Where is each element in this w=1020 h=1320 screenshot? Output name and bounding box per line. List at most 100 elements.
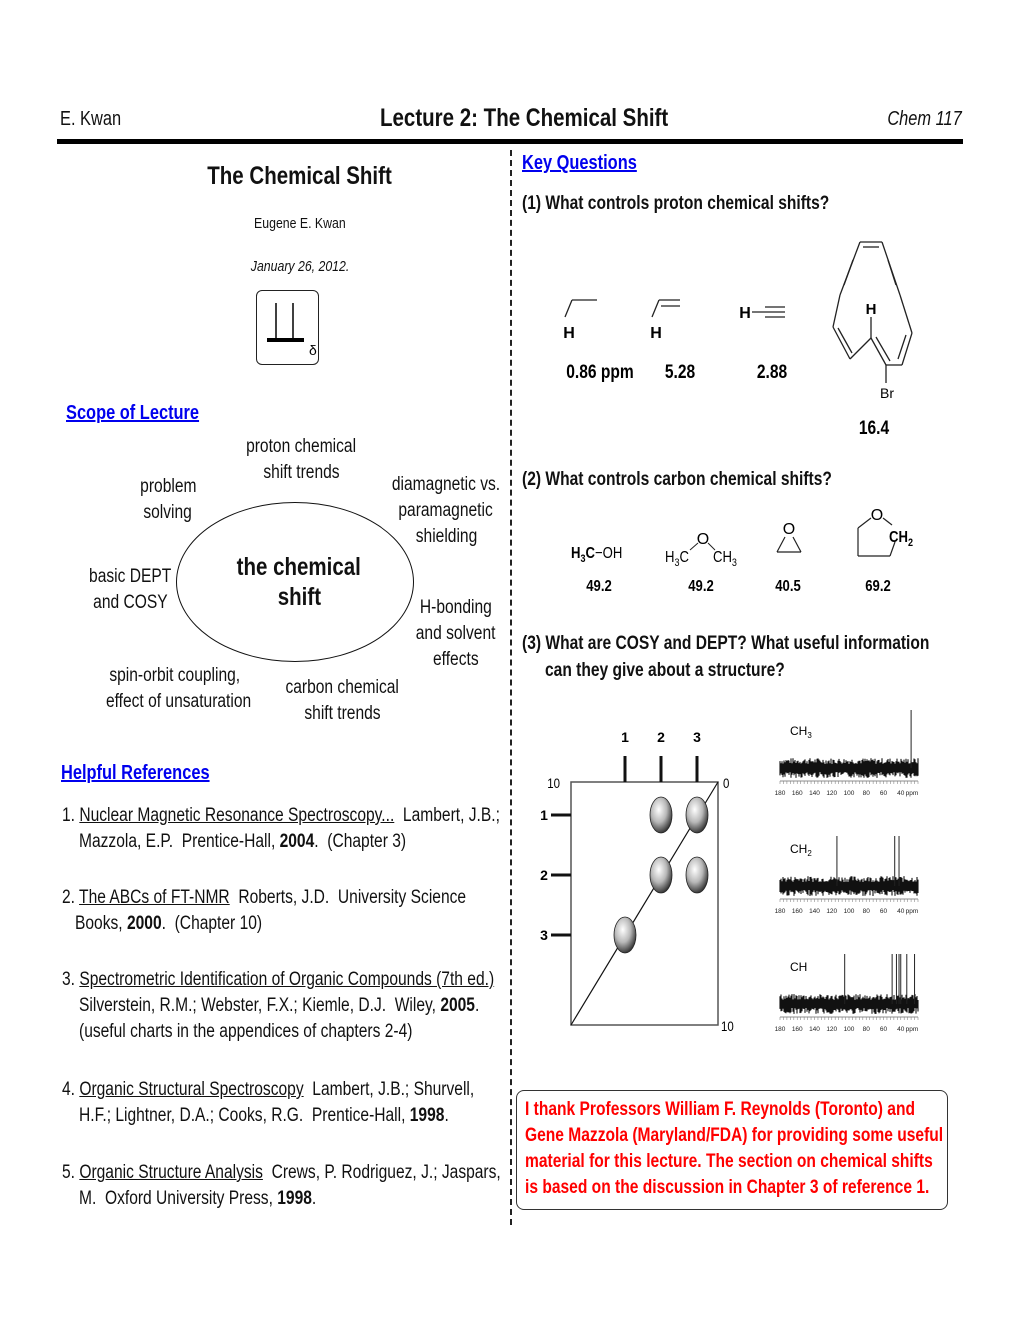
acknowledgement-box: I thank Professors William F. Reynolds (… [516, 1090, 948, 1210]
carbon-examples: H3C−OH H3C O CH3 O O CH2 49.2 49.2 40.5 … [571, 507, 913, 595]
reference-title-link[interactable]: Organic Structure Analysis [79, 1162, 263, 1183]
chemical-shift-logo: δ [256, 290, 319, 365]
dept-tick-label: 140 [809, 1026, 820, 1033]
reference-item: 4. Organic Structural Spectroscopy Lambe… [62, 1079, 475, 1126]
shift-value: 2.88 [757, 361, 788, 383]
scope-heading[interactable]: Scope of Lecture [66, 402, 228, 425]
dept-tick-label: 180 [775, 1026, 786, 1033]
dept-label: CH2 [790, 842, 812, 858]
topic-h-bonding: H-bonding and solvent effects [416, 597, 496, 670]
thf-structure: O CH2 [857, 507, 913, 557]
axis-label: 10 [547, 775, 560, 791]
proton-examples: H H H 0.86 ppm 5.28 2.88 [563, 299, 788, 383]
cosy-crosspeak [649, 856, 673, 894]
reference-title-link[interactable]: The ABCs of FT-NMR [79, 887, 230, 908]
svg-text:H: H [739, 305, 751, 322]
dept-noise [779, 758, 919, 778]
dept-tick-label: 100 [844, 908, 855, 915]
dept-spectrum-ch: CH 180 160 140 120 100 80 60 40 ppm [775, 954, 919, 1033]
ethane-structure: H [563, 299, 597, 342]
dept-label: CH3 [790, 724, 812, 740]
cosy-top-label: 2 [657, 729, 665, 745]
cover-title: The Chemical Shift [207, 162, 393, 190]
cosy-crosspeak [649, 796, 673, 834]
page-title: Lecture 2: The Chemical Shift [380, 104, 669, 132]
references-heading[interactable]: Helpful References [61, 762, 242, 785]
reference-title-link[interactable]: Organic Structural Spectroscopy [79, 1079, 303, 1100]
cosy-crosspeak [685, 796, 709, 834]
cosy-diagram: 10 0 10 1 2 3 1 2 3 [540, 729, 734, 1034]
topic-proton-shift-trends: proton chemical shift trends [246, 436, 356, 483]
dept-noise [779, 994, 919, 1014]
dept-spectrum-ch3: CH3 180 160 140 120 100 80 60 40 ppm [775, 710, 919, 797]
question-3: (3) What are COSY and DEPT? What useful … [522, 633, 930, 681]
svg-text:H: H [650, 325, 662, 342]
shift-value: 0.86 ppm [566, 361, 633, 383]
dept-tick-label: 160 [792, 1026, 803, 1033]
dept-tick-label: 100 [844, 790, 855, 797]
shift-value: 69.2 [865, 578, 891, 595]
dept-tick-label: 40 [897, 790, 905, 797]
dept-tick-label: 80 [863, 790, 871, 797]
svg-text:H3C−OH: H3C−OH [571, 545, 622, 565]
dept-tick-label: 80 [863, 908, 871, 915]
svg-text:O: O [871, 507, 883, 524]
cosy-side-label: 1 [540, 807, 548, 823]
header-author: E. Kwan [60, 108, 122, 130]
dept-tick-label: 120 [826, 790, 837, 797]
shift-value: 40.5 [775, 578, 801, 595]
course-name: Chem 117 [887, 108, 962, 130]
dept-spectrum-ch2: CH2 180 160 140 120 100 80 60 40 ppm [775, 836, 919, 915]
dept-tick-label: 160 [792, 790, 803, 797]
cosy-side-label: 3 [540, 927, 548, 943]
topic-problem-solving: problem solving [139, 476, 197, 523]
delta-symbol: δ [309, 342, 317, 358]
dept-tick-label: 40 [897, 908, 905, 915]
dept-tick-label: 140 [809, 790, 820, 797]
spectrum-icon: δ [267, 303, 317, 358]
acetylene-structure: H [739, 305, 785, 322]
reference-item: 5. Organic Structure Analysis Crews, P. … [62, 1162, 501, 1209]
cosy-crosspeak [613, 916, 637, 954]
shift-value: 16.4 [859, 417, 890, 439]
reference-item: 3. Spectrometric Identification of Organ… [62, 969, 495, 1042]
dept-tick-label: ppm [906, 1026, 919, 1033]
question-1: (1) What controls proton chemical shifts… [522, 193, 830, 214]
cosy-top-label: 1 [621, 729, 629, 745]
dept-tick-label: 40 [897, 1026, 905, 1033]
reference-title-link[interactable]: Nuclear Magnetic Resonance Spectroscopy.… [79, 805, 394, 826]
svg-text:H: H [563, 325, 575, 342]
topic-carbon-shift-trends: carbon chemical shift trends [285, 677, 399, 724]
ethylene-structure: H [650, 299, 680, 342]
header-rule [57, 139, 963, 144]
svg-text:Br: Br [880, 385, 894, 401]
column-divider [510, 150, 512, 1225]
shift-value: 49.2 [586, 578, 612, 595]
dept-tick-label: ppm [906, 790, 919, 797]
topic-spin-orbit: spin-orbit coupling, effect of unsaturat… [105, 665, 252, 712]
svg-text:O: O [783, 521, 795, 538]
topic-shielding: diamagnetic vs. paramagnetic shielding [391, 474, 501, 547]
dept-spectra: CH3180 160 140 120 100 80 60 40 ppmCH2180 160 140 1… [775, 710, 919, 1033]
dept-tick-label: 180 [775, 908, 786, 915]
shift-value: 49.2 [688, 578, 714, 595]
dept-tick-label: 60 [880, 790, 888, 797]
question-2: (2) What controls carbon chemical shifts… [522, 469, 832, 490]
dept-tick-label: 100 [844, 1026, 855, 1033]
shift-value: 5.28 [665, 361, 696, 383]
dept-tick-label: 160 [792, 908, 803, 915]
reference-item: 1. Nuclear Magnetic Resonance Spectrosco… [62, 805, 500, 852]
cosy-side-label: 2 [540, 867, 548, 883]
dept-tick-label: 120 [826, 1026, 837, 1033]
topic-dept-cosy: basic DEPT and COSY [88, 566, 172, 613]
key-questions-heading[interactable]: Key Questions [522, 152, 662, 175]
dept-tick-label: ppm [906, 908, 919, 915]
bromo-annulene-structure: H Br 16.4 [832, 241, 913, 439]
dimethyl-ether-structure: H3C O CH3 [665, 531, 737, 569]
dept-tick-label: 120 [826, 908, 837, 915]
cosy-top-label: 3 [693, 729, 701, 745]
reference-title-link[interactable]: Spectrometric Identification of Organic … [79, 969, 494, 990]
scope-center-topic: the chemical shift [236, 553, 362, 611]
dept-tick-label: 60 [880, 1026, 888, 1033]
cosy-crosspeak [685, 856, 709, 894]
